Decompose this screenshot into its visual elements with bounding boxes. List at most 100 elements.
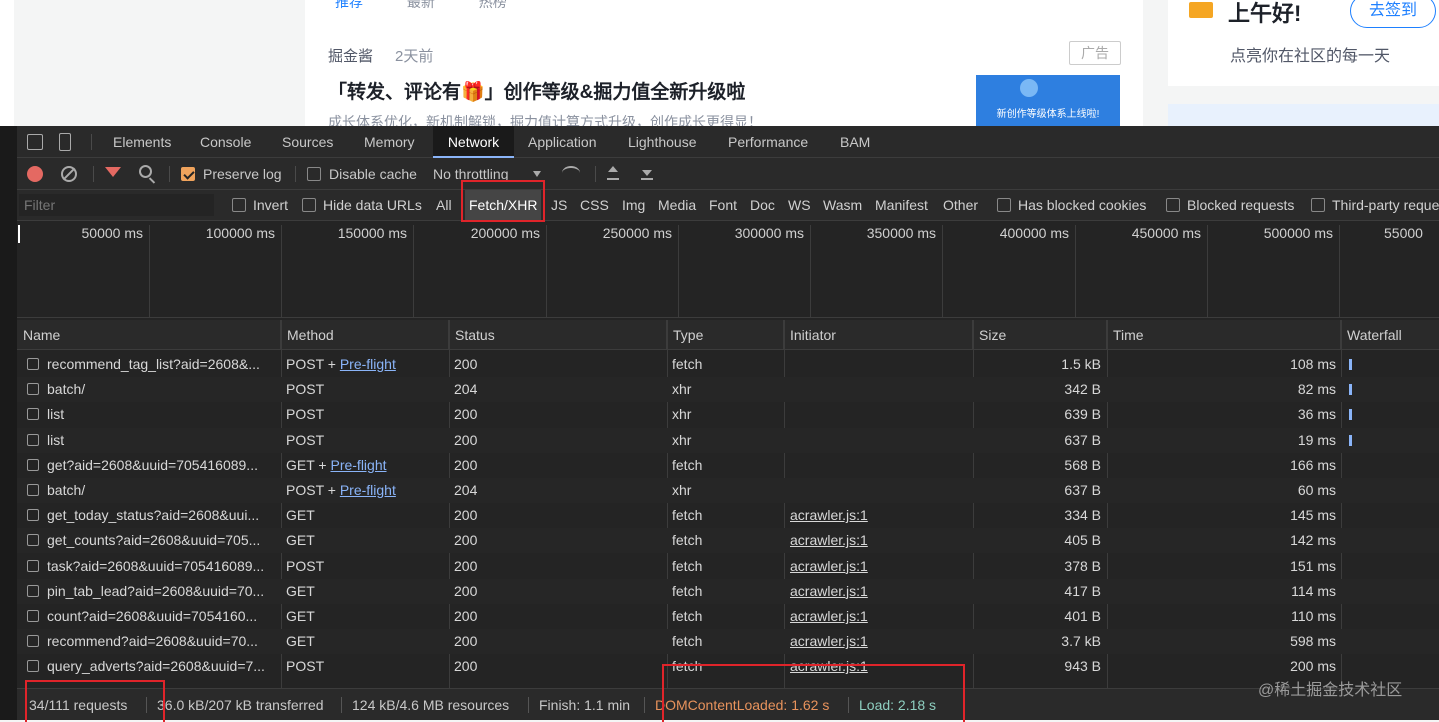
timeline-overview[interactable]: 50000 ms 100000 ms 150000 ms 200000 ms 2… — [17, 221, 1439, 318]
preflight-link[interactable]: Pre-flight — [340, 482, 396, 498]
table-row[interactable]: recommend_tag_list?aid=2608&... POST + Pr… — [17, 352, 1439, 377]
type-filter-media[interactable]: Media — [658, 190, 696, 221]
request-type-icon — [27, 458, 39, 471]
tab-application[interactable]: Application — [520, 126, 605, 158]
request-initiator[interactable] — [790, 402, 960, 427]
table-row[interactable]: task?aid=2608&uuid=705416089... POST 200 fe… — [17, 554, 1439, 579]
clear-icon[interactable] — [61, 166, 77, 182]
tab-elements[interactable]: Elements — [105, 126, 179, 158]
request-name[interactable]: recommend_tag_list?aid=2608&... — [47, 352, 273, 377]
type-filter-css[interactable]: CSS — [580, 190, 609, 221]
preflight-link[interactable]: Pre-flight — [340, 356, 396, 372]
request-name[interactable]: pin_tab_lead?aid=2608&uuid=70... — [47, 579, 273, 604]
request-initiator[interactable] — [790, 428, 960, 453]
preflight-link[interactable]: Pre-flight — [330, 457, 386, 473]
has-blocked-cookies-checkbox[interactable] — [997, 198, 1011, 212]
request-method: GET — [286, 503, 446, 528]
type-filter-font[interactable]: Font — [709, 190, 737, 221]
type-filter-other[interactable]: Other — [943, 190, 978, 221]
tab-lighthouse[interactable]: Lighthouse — [620, 126, 705, 158]
request-name[interactable]: batch/ — [47, 478, 273, 503]
feed-tab-latest[interactable]: 最新 — [407, 0, 435, 10]
column-status[interactable]: Status — [449, 320, 667, 350]
checkin-button[interactable]: 去签到 — [1350, 0, 1436, 28]
tab-memory[interactable]: Memory — [356, 126, 423, 158]
request-initiator[interactable] — [790, 352, 960, 377]
record-button[interactable] — [27, 166, 43, 182]
request-name[interactable]: batch/ — [47, 377, 273, 402]
hide-data-urls-checkbox[interactable] — [302, 198, 316, 212]
device-toolbar-icon[interactable] — [59, 133, 71, 151]
feed-tab-hot[interactable]: 热榜 — [479, 0, 507, 10]
request-initiator[interactable]: acrawler.js:1 — [790, 503, 960, 528]
request-initiator[interactable]: acrawler.js:1 — [790, 579, 960, 604]
request-initiator[interactable]: acrawler.js:1 — [790, 604, 960, 629]
devtools-panel-tabs: Elements Console Sources Memory Network … — [17, 126, 1439, 158]
request-name[interactable]: get?aid=2608&uuid=705416089... — [47, 453, 273, 478]
request-initiator[interactable]: acrawler.js:1 — [790, 554, 960, 579]
search-icon[interactable] — [139, 165, 152, 178]
type-filter-doc[interactable]: Doc — [750, 190, 775, 221]
request-initiator[interactable] — [790, 377, 960, 402]
table-row[interactable]: recommend?aid=2608&uuid=70... GET 200 fetch… — [17, 629, 1439, 655]
blocked-requests-checkbox[interactable] — [1166, 198, 1180, 212]
request-initiator[interactable] — [790, 478, 960, 503]
table-row[interactable]: get_today_status?aid=2608&uui... GET 200 fe… — [17, 503, 1439, 528]
feed-tab-recommend[interactable]: 推荐 — [335, 0, 363, 10]
request-name[interactable]: get_today_status?aid=2608&uui... — [47, 503, 273, 528]
request-initiator[interactable]: acrawler.js:1 — [790, 528, 960, 553]
tab-network[interactable]: Network — [433, 126, 514, 158]
request-initiator[interactable] — [790, 453, 960, 478]
article-thumbnail[interactable]: 新创作等级体系上线啦! — [976, 75, 1120, 127]
third-party-checkbox[interactable] — [1311, 198, 1325, 212]
request-name[interactable]: query_adverts?aid=2608&uuid=7... — [47, 654, 273, 679]
request-name[interactable]: task?aid=2608&uuid=705416089... — [47, 554, 273, 579]
table-row[interactable]: batch/POST + Pre-flight 204 xhr 637 B 60 ms — [17, 478, 1439, 503]
export-har-icon[interactable] — [641, 166, 653, 180]
request-name[interactable]: list — [47, 428, 273, 453]
disable-cache-checkbox[interactable] — [307, 167, 321, 181]
filter-icon[interactable] — [105, 167, 121, 177]
preserve-log-checkbox[interactable] — [181, 167, 195, 181]
column-time[interactable]: Time — [1107, 320, 1341, 350]
column-waterfall[interactable]: Waterfall — [1341, 320, 1439, 350]
timeline-tick: 250000 ms — [547, 225, 679, 318]
import-har-icon[interactable] — [607, 166, 619, 180]
request-time: 19 ms — [1297, 431, 1336, 448]
request-name[interactable]: count?aid=2608&uuid=7054160... — [47, 604, 273, 629]
table-row[interactable]: get_counts?aid=2608&uuid=705... GET 200 fet… — [17, 528, 1439, 554]
column-type[interactable]: Type — [667, 320, 784, 350]
article-title[interactable]: 「转发、评论有🎁」创作等级&掘力值全新升级啦 — [328, 77, 745, 104]
filter-input[interactable] — [19, 194, 214, 216]
request-initiator[interactable]: acrawler.js:1 — [790, 629, 960, 654]
column-method[interactable]: Method — [281, 320, 449, 350]
request-name[interactable]: recommend?aid=2608&uuid=70... — [47, 629, 273, 654]
request-name[interactable]: list — [47, 402, 273, 427]
request-name[interactable]: get_counts?aid=2608&uuid=705... — [47, 528, 273, 553]
tab-sources[interactable]: Sources — [274, 126, 341, 158]
table-row[interactable]: list POST 200 xhr 639 B 36 ms — [17, 402, 1439, 427]
table-row[interactable]: pin_tab_lead?aid=2608&uuid=70... GET 200 fe… — [17, 578, 1439, 604]
tab-console[interactable]: Console — [192, 126, 259, 158]
column-initiator[interactable]: Initiator — [784, 320, 973, 350]
article-author[interactable]: 掘金酱 — [328, 45, 373, 66]
chevron-down-icon[interactable] — [533, 171, 541, 177]
type-filter-img[interactable]: Img — [622, 190, 645, 221]
column-size[interactable]: Size — [973, 320, 1107, 350]
timeline-tick: 300000 ms — [679, 225, 811, 318]
tab-bam[interactable]: BAM — [832, 126, 878, 158]
table-row[interactable]: get?aid=2608&uuid=705416089... GET + Pre-… — [17, 453, 1439, 478]
type-filter-manifest[interactable]: Manifest — [875, 190, 928, 221]
table-row[interactable]: batch/POST 204 xhr 342 B 82 ms — [17, 377, 1439, 403]
table-row[interactable]: list POST 200 xhr 637 B 19 ms — [17, 427, 1439, 453]
invert-checkbox[interactable] — [232, 198, 246, 212]
inspect-element-icon[interactable] — [27, 134, 43, 150]
table-row[interactable]: count?aid=2608&uuid=7054160... GET 200 fetc… — [17, 604, 1439, 629]
network-conditions-icon[interactable] — [562, 166, 580, 180]
type-filter-all[interactable]: All — [436, 190, 452, 221]
column-name[interactable]: Name — [17, 320, 281, 350]
type-filter-ws[interactable]: WS — [788, 190, 811, 221]
type-filter-js[interactable]: JS — [551, 190, 567, 221]
tab-performance[interactable]: Performance — [720, 126, 816, 158]
type-filter-wasm[interactable]: Wasm — [823, 190, 862, 221]
